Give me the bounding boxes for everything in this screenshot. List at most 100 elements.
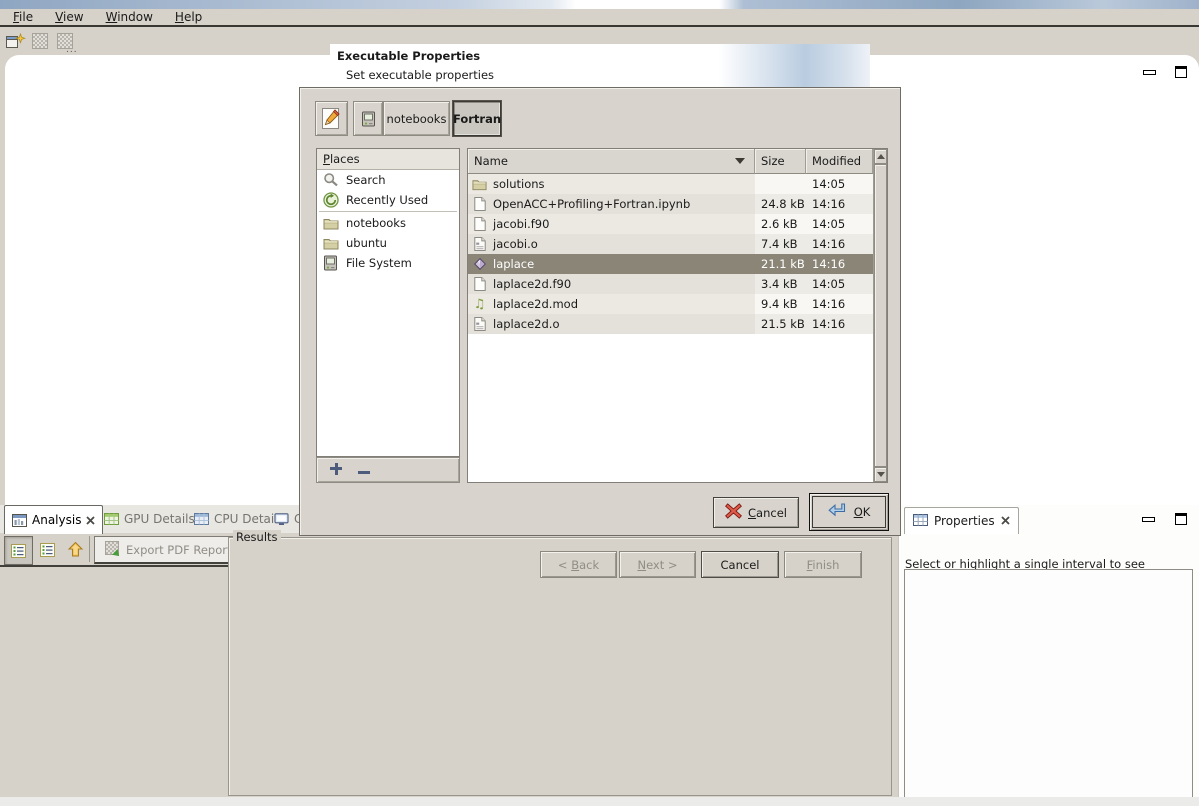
cancel-button-label: Cancel (748, 506, 787, 520)
file-icon-slot (472, 197, 487, 211)
path-button-label: Fortran (453, 112, 501, 126)
wizard-back-button[interactable]: < Back (540, 551, 617, 578)
toolbar-disabled-button-1[interactable] (29, 31, 51, 51)
status-strip (0, 797, 1199, 806)
wizard-button-label: < Back (558, 558, 599, 572)
file-modified-cell: 14:16 (806, 254, 873, 274)
scroll-down-button[interactable] (874, 467, 887, 482)
place-file-system[interactable]: File System (317, 253, 459, 273)
list-icon (11, 544, 26, 558)
file-row[interactable]: ♫laplace2d.mod9.4 kB14:16 (468, 294, 873, 314)
search-icon (323, 172, 339, 188)
wizard-title: Executable Properties (337, 49, 480, 63)
place-label: Search (346, 173, 386, 187)
file-row[interactable]: solutions14:05 (468, 174, 873, 194)
file-row[interactable]: jacobi.o7.4 kB14:16 (468, 234, 873, 254)
toolbar-overflow-dots: ... (66, 45, 78, 55)
menu-file[interactable]: File (8, 10, 38, 24)
place-notebooks[interactable]: notebooks (317, 213, 459, 233)
file-list-scrollbar[interactable] (873, 149, 887, 482)
tab-properties[interactable]: Properties (904, 507, 1019, 534)
file-row[interactable]: laplace21.1 kB14:16 (468, 254, 873, 274)
place-recently-used[interactable]: Recently Used (317, 190, 459, 210)
cancel-button[interactable]: Cancel (713, 497, 799, 528)
close-icon (1001, 516, 1010, 525)
file-row[interactable]: jacobi.f902.6 kB14:05 (468, 214, 873, 234)
file-icon-slot (472, 277, 487, 291)
maximize-icon[interactable] (1175, 66, 1187, 78)
file-icon-slot: ♫ (472, 298, 487, 311)
column-header-name[interactable]: Name (468, 149, 755, 174)
properties-minimize-icon[interactable] (1142, 517, 1155, 522)
file-name: OpenACC+Profiling+Fortran.ipynb (493, 197, 690, 211)
minus-icon (358, 471, 370, 474)
path-button-fortran[interactable]: Fortran (453, 101, 501, 136)
add-place-button[interactable] (330, 463, 342, 478)
column-header-label: Size (761, 154, 785, 168)
menu-window[interactable]: Window (101, 10, 158, 24)
file-name-cell: laplace2d.f90 (468, 274, 755, 294)
file-modified-cell: 14:16 (806, 294, 873, 314)
file-name: laplace (493, 257, 534, 271)
module-icon: ♫ (474, 298, 486, 311)
file-icon-slot (472, 178, 487, 191)
analysis-up-button[interactable] (62, 536, 89, 563)
places-panel: Places Search Recently Used notebooksubunt… (316, 148, 460, 457)
wizard-button-label: Next > (637, 558, 677, 572)
disabled-icon (32, 33, 48, 49)
ok-enter-icon (828, 503, 848, 518)
new-session-button[interactable] (4, 31, 26, 51)
object-file-icon (474, 237, 486, 251)
folder-icon (472, 178, 487, 191)
close-icon-slot[interactable] (1001, 514, 1010, 528)
places-divider (319, 211, 457, 212)
properties-empty-list (904, 569, 1193, 799)
remove-place-button[interactable] (358, 463, 370, 477)
file-row[interactable]: laplace2d.o21.5 kB14:16 (468, 314, 873, 334)
file-icon (474, 217, 486, 231)
window-titlebar (0, 0, 1199, 9)
file-row[interactable]: laplace2d.f903.4 kB14:05 (468, 274, 873, 294)
column-header-modified[interactable]: Modified (806, 149, 873, 174)
file-name: jacobi.f90 (493, 217, 549, 231)
menu-view[interactable]: View (50, 10, 88, 24)
ok-button[interactable]: OK (809, 493, 889, 531)
place-ubuntu[interactable]: ubuntu (317, 233, 459, 253)
ok-button-label: OK (854, 505, 871, 519)
scroll-down-icon (877, 472, 885, 477)
export-pdf-report-button[interactable]: Export PDF Report (94, 536, 242, 564)
wizard-cancel-button[interactable]: Cancel (701, 551, 779, 578)
wizard-next-button[interactable]: Next > (619, 551, 696, 578)
analysis-list-view-button[interactable] (4, 536, 33, 565)
scrollbar-thumb[interactable] (874, 164, 887, 467)
minimize-icon[interactable] (1143, 70, 1156, 75)
path-button-label: notebooks (387, 112, 447, 126)
column-header-size[interactable]: Size (755, 149, 806, 174)
scroll-up-icon (877, 154, 885, 159)
type-filename-button[interactable] (315, 101, 348, 136)
places-actions-bar (316, 457, 460, 483)
properties-view: Properties Select or highlight a single … (898, 505, 1199, 797)
tab-analysis[interactable]: Analysis (4, 505, 103, 534)
file-name-cell: laplace (468, 254, 755, 274)
tab-label: GPU Details (124, 512, 195, 526)
file-icon (474, 197, 486, 211)
properties-maximize-icon[interactable] (1175, 513, 1187, 525)
file-row[interactable]: OpenACC+Profiling+Fortran.ipynb24.8 kB14… (468, 194, 873, 214)
analysis-icon (12, 514, 27, 527)
executable-icon (473, 257, 487, 271)
analysis-guided-view-button[interactable] (34, 536, 61, 563)
menu-help[interactable]: Help (170, 10, 207, 24)
places-header[interactable]: Places (317, 149, 459, 170)
scroll-up-button[interactable] (874, 149, 887, 164)
file-name: laplace2d.o (493, 317, 560, 331)
path-button-notebooks[interactable]: notebooks (383, 101, 450, 136)
file-list-panel: NameSizeModified solutions14:05OpenACC+P… (467, 148, 888, 483)
wizard-finish-button[interactable]: Finish (784, 551, 862, 578)
file-name: solutions (493, 177, 545, 191)
root-location-button[interactable] (353, 101, 383, 136)
menu-bar: File View Window Help (0, 9, 1199, 27)
close-icon[interactable] (86, 516, 95, 525)
table-icon (913, 514, 928, 526)
place-search[interactable]: Search (317, 170, 459, 190)
